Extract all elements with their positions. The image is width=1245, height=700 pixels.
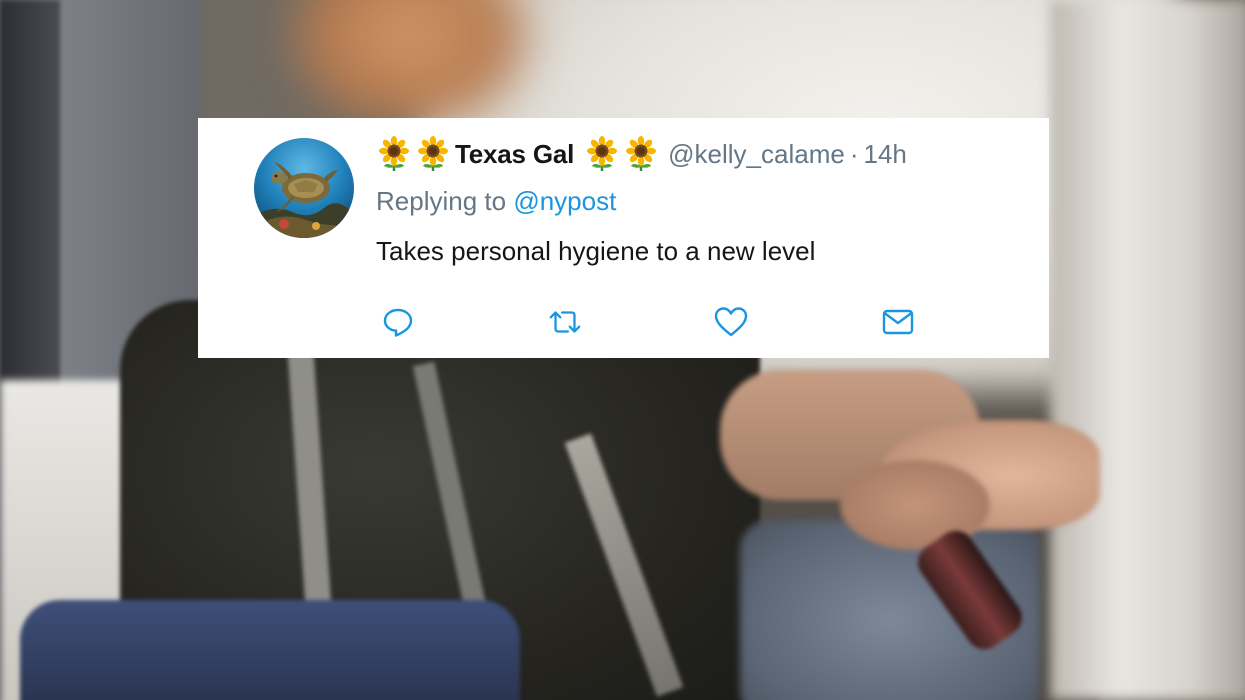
tweet-header: Texas Gal @kelly_calame · 14h: [376, 132, 907, 176]
tweet-text: Takes personal hygiene to a new level: [376, 236, 816, 266]
background-cabin-wall: [1050, 0, 1245, 700]
background-armrest: [20, 600, 520, 700]
sunflower-icon: [623, 136, 659, 172]
sunflower-icon: [376, 136, 412, 172]
reply-button[interactable]: [380, 304, 416, 340]
replying-to-prefix: Replying to: [376, 186, 507, 216]
display-name[interactable]: Texas Gal: [455, 139, 574, 170]
tweet-card: Texas Gal @kelly_calame · 14h Replying t…: [198, 118, 1049, 358]
reply-icon: [383, 308, 413, 337]
replying-to-mention[interactable]: @nypost: [513, 186, 616, 216]
user-handle[interactable]: @kelly_calame: [668, 139, 845, 170]
header-separator: ·: [849, 138, 859, 169]
sunflower-icon: [415, 136, 451, 172]
avatar[interactable]: [254, 138, 354, 238]
envelope-icon: [882, 309, 914, 335]
message-button[interactable]: [880, 304, 916, 340]
retweet-icon: [549, 311, 581, 333]
retweet-button[interactable]: [547, 304, 583, 340]
tweet-timestamp[interactable]: 14h: [863, 139, 906, 170]
heart-icon: [714, 307, 748, 337]
sunflower-icon: [584, 136, 620, 172]
replying-to-line: Replying to @nypost: [376, 186, 616, 217]
sea-turtle-avatar-icon: [254, 138, 354, 238]
like-button[interactable]: [713, 304, 749, 340]
tweet-actions: [380, 304, 920, 340]
